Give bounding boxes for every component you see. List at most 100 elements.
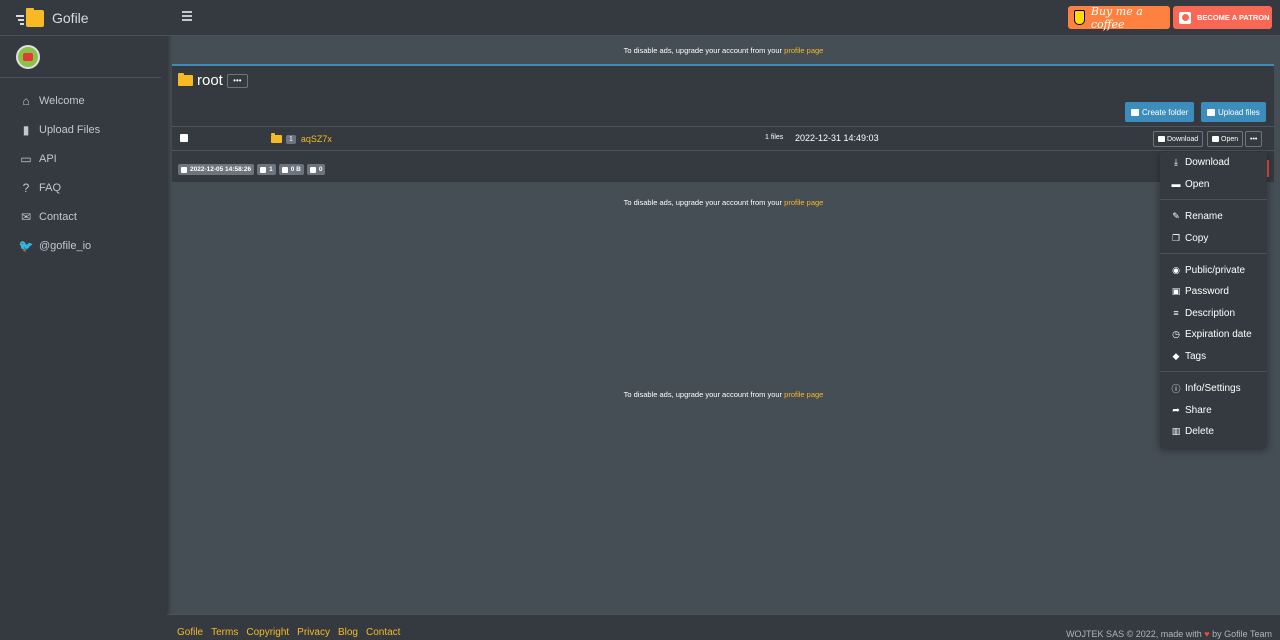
menu-item-copy[interactable]: ❐ Copy: [1171, 230, 1208, 246]
children-count-badge: 1: [286, 134, 296, 144]
profile-page-link[interactable]: profile page: [784, 46, 823, 55]
children-count-stat: 1: [257, 164, 276, 175]
folder-name: root: [197, 72, 223, 89]
row-more-button[interactable]: •••: [1245, 131, 1263, 147]
sidebar-item-twitter[interactable]: 🐦 @gofile_io: [0, 231, 167, 260]
become-patron-button[interactable]: BECOME A PATRON: [1173, 6, 1272, 29]
topbar: Buy me a coffee BECOME A PATRON: [167, 0, 1280, 36]
ad-banner: To disable ads, upgrade your account fro…: [172, 198, 1275, 207]
upload-files-button[interactable]: Upload files: [1201, 102, 1266, 122]
open-label: Open: [1221, 135, 1239, 143]
folder-open-icon: ▬: [1171, 179, 1181, 189]
menu-item-share[interactable]: ➦ Share: [1171, 402, 1211, 418]
sidebar-item-label: API: [39, 152, 57, 165]
tags-icon: ◆: [1172, 350, 1180, 361]
footer-link-gofile[interactable]: Gofile: [177, 627, 203, 638]
ad-banner: To disable ads, upgrade your account fro…: [172, 390, 1275, 399]
edit-icon: ✎: [1172, 210, 1180, 221]
menu-item-info-settings[interactable]: ⓘ Info/Settings: [1171, 380, 1240, 396]
sidebar-item-label: @gofile_io: [39, 239, 92, 252]
row-open-button[interactable]: Open: [1207, 131, 1244, 147]
sidebar: Gofile ⌂ Welcome ▮ Upload Files ▭ API ? …: [0, 0, 167, 640]
share-icon: ➦: [1172, 404, 1180, 415]
copy-icon: [260, 166, 267, 173]
row-actions-dropdown: ⤓ Download ▬ Open ✎ Rename ❐ Copy ◉ Publ…: [1160, 152, 1267, 448]
menu-item-public-private[interactable]: ◉ Public/private: [1171, 262, 1245, 278]
sidebar-item-upload-files[interactable]: ▮ Upload Files: [0, 115, 167, 144]
folder-name-link[interactable]: aqSZ7x: [301, 134, 332, 144]
ad-text: To disable ads, upgrade your account fro…: [623, 46, 783, 55]
info-icon: ⓘ: [1171, 383, 1181, 394]
download-icon: ⤓: [1174, 156, 1178, 167]
brand-link[interactable]: Gofile: [0, 0, 167, 36]
sidebar-item-faq[interactable]: ? FAQ: [0, 173, 167, 202]
row-folder: 1 aqSZ7x: [271, 133, 332, 144]
sidebar-item-label: Upload Files: [39, 123, 101, 136]
menu-item-label: Rename: [1185, 210, 1223, 222]
sidebar-item-welcome[interactable]: ⌂ Welcome: [0, 86, 167, 115]
downloads-stat: 0: [306, 164, 326, 175]
menu-item-label: Delete: [1185, 425, 1214, 437]
menu-item-description[interactable]: ≡ Description: [1171, 305, 1235, 321]
file-count: 1 files: [765, 134, 784, 141]
menu-item-open[interactable]: ▬ Open: [1171, 176, 1210, 192]
footer-link-terms[interactable]: Terms: [211, 627, 238, 638]
menu-toggle-icon[interactable]: [182, 11, 192, 23]
menu-item-password[interactable]: ▣ Password: [1171, 283, 1229, 299]
eye-icon: ◉: [1172, 264, 1180, 275]
buy-me-a-coffee-button[interactable]: Buy me a coffee: [1068, 4, 1170, 31]
bmc-label: Buy me a coffee: [1090, 4, 1143, 31]
home-icon: ⌂: [22, 93, 30, 108]
coffee-cup-icon: [1074, 10, 1085, 25]
table-row[interactable]: 1 aqSZ7x 1 files 2022-12-31 14:49:03 Dow…: [172, 126, 1274, 151]
copyright-prefix: WOJTEK SAS © 2022, made with: [1066, 629, 1202, 639]
profile-page-link[interactable]: profile page: [784, 198, 823, 207]
envelope-icon: ✉: [20, 209, 32, 224]
profile-page-link[interactable]: profile page: [784, 390, 823, 399]
menu-item-download[interactable]: ⤓ Download: [1171, 154, 1229, 170]
footer: Gofile Terms Copyright Privacy Blog Cont…: [167, 614, 1280, 640]
download-icon: [1158, 136, 1165, 142]
twitter-icon: 🐦: [18, 238, 34, 253]
align-center-icon: ≡: [1173, 308, 1179, 318]
menu-divider: [1160, 199, 1267, 200]
heart-icon: ♥: [1204, 629, 1210, 639]
row-download-button[interactable]: Download: [1153, 131, 1204, 147]
footer-link-copyright[interactable]: Copyright: [246, 627, 289, 638]
menu-divider: [1160, 371, 1267, 372]
hdd-icon: [281, 166, 288, 173]
folder-icon: [271, 133, 282, 143]
menu-item-label: Open: [1185, 178, 1210, 190]
download-icon: [309, 166, 316, 173]
ad-text: To disable ads, upgrade your account fro…: [623, 390, 783, 399]
menu-item-delete[interactable]: ▥ Delete: [1171, 423, 1214, 439]
folder-icon: [178, 73, 193, 86]
sidebar-item-api[interactable]: ▭ API: [0, 144, 167, 173]
folder-plus-icon: [1131, 108, 1139, 116]
download-count: 0: [318, 166, 323, 173]
footer-link-contact[interactable]: Contact: [366, 627, 400, 638]
folder-menu-label: •••: [233, 76, 242, 85]
menu-item-label: Public/private: [1185, 264, 1246, 276]
menu-item-tags[interactable]: ◆ Tags: [1171, 348, 1207, 364]
ad-text: To disable ads, upgrade your account fro…: [623, 198, 783, 207]
sidebar-nav: ⌂ Welcome ▮ Upload Files ▭ API ? FAQ ✉ C…: [0, 86, 167, 260]
folder-title: root •••: [178, 72, 248, 89]
footer-link-privacy[interactable]: Privacy: [297, 627, 330, 638]
menu-item-label: Password: [1185, 285, 1229, 297]
sidebar-item-contact[interactable]: ✉ Contact: [0, 202, 167, 231]
menu-item-expiration-date[interactable]: ◷ Expiration date: [1171, 326, 1252, 342]
folder-stats: 2022-12-05 14:58:26 1 0 B 0: [178, 164, 326, 175]
folder-menu-button[interactable]: •••: [226, 73, 248, 88]
menu-item-rename[interactable]: ✎ Rename: [1171, 208, 1223, 224]
download-label: Download: [1167, 135, 1199, 143]
footer-link-blog[interactable]: Blog: [338, 627, 358, 638]
created-date: 2022-12-05 14:58:26: [190, 166, 252, 173]
avatar[interactable]: [16, 44, 40, 69]
sidebar-item-label: FAQ: [39, 181, 62, 194]
row-checkbox[interactable]: [180, 134, 188, 142]
file-icon: ▮: [22, 122, 30, 137]
create-folder-label: Create folder: [1142, 107, 1189, 117]
question-icon: ?: [22, 180, 30, 195]
create-folder-button[interactable]: Create folder: [1125, 102, 1195, 122]
